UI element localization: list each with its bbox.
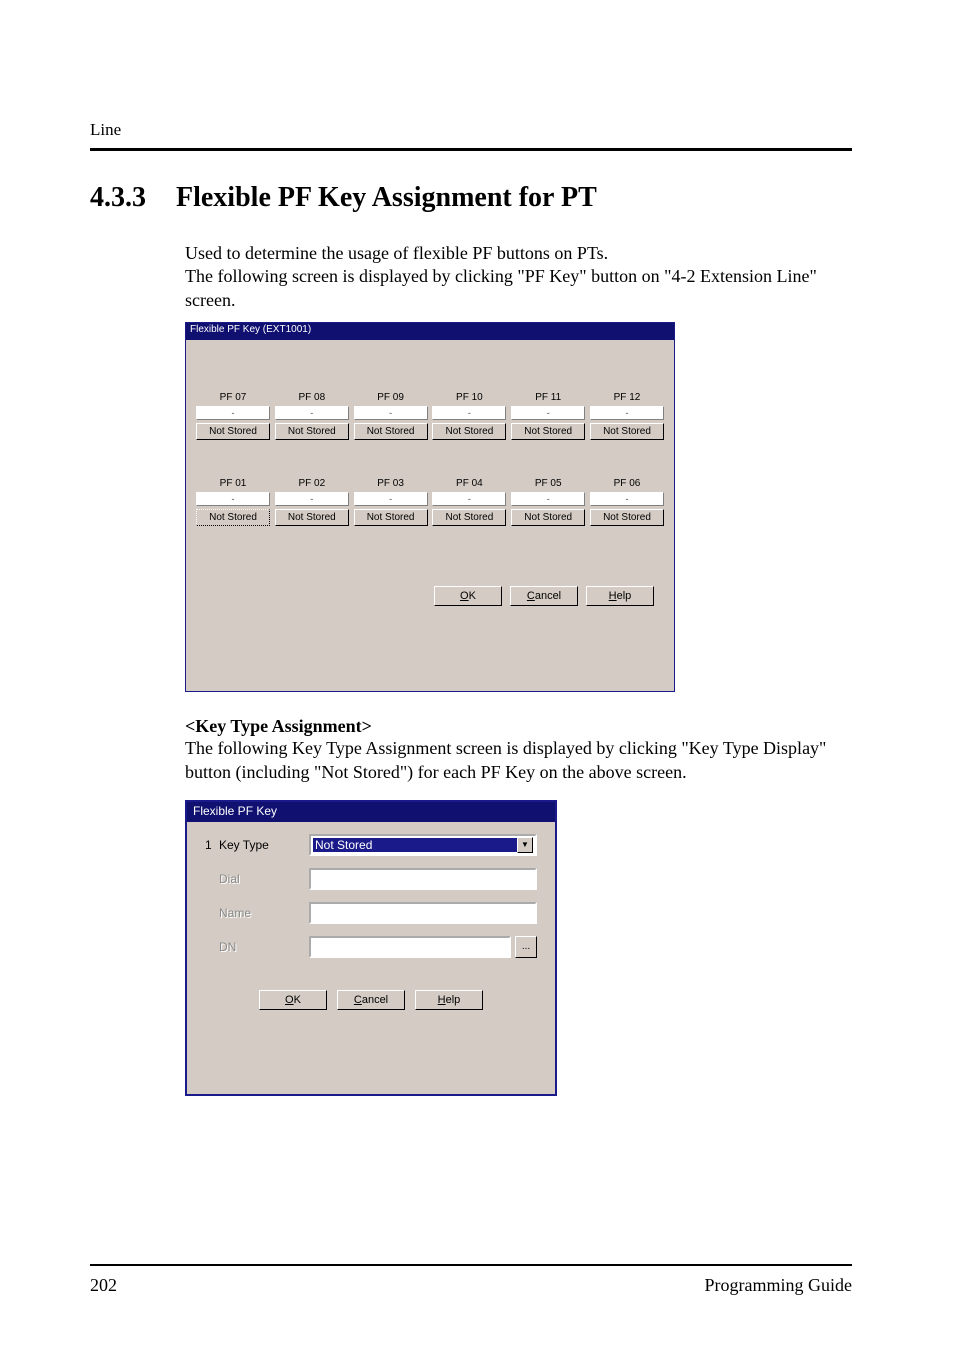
pf-keytype-button[interactable]: Not Stored	[275, 423, 349, 440]
kta-line1: The following Key Type Assignment screen…	[185, 737, 864, 760]
pf-display: -	[432, 406, 506, 420]
pf-label: PF 09	[354, 392, 428, 403]
pf-cell: PF 08 - Not Stored	[275, 392, 349, 440]
ok-button[interactable]: OK	[259, 990, 327, 1010]
pf-row-bottom: PF 01 - Not Stored PF 02 - Not Stored PF…	[196, 478, 664, 526]
row-name: Name	[205, 902, 537, 924]
pf-display: -	[354, 406, 428, 420]
pf-cell: PF 12 - Not Stored	[590, 392, 664, 440]
pf-display: -	[432, 492, 506, 506]
pf-keytype-button[interactable]: Not Stored	[511, 509, 585, 526]
row-dial: Dial	[205, 868, 537, 890]
pf-label: PF 05	[511, 478, 585, 489]
pf-label: PF 02	[275, 478, 349, 489]
running-head: Line	[90, 120, 121, 140]
pf-keytype-button[interactable]: Not Stored	[432, 423, 506, 440]
pf-cell: PF 01 - Not Stored	[196, 478, 270, 526]
section-title: Flexible PF Key Assignment for PT	[176, 182, 597, 214]
pf-row-top: PF 07 - Not Stored PF 08 - Not Stored PF…	[196, 392, 664, 440]
name-input[interactable]	[309, 902, 537, 924]
pf-label: PF 11	[511, 392, 585, 403]
pf-keytype-button[interactable]: Not Stored	[354, 423, 428, 440]
pf-cell: PF 11 - Not Stored	[511, 392, 585, 440]
ok-button[interactable]: OK	[434, 586, 502, 606]
dialog-button-row: OK Cancel Help	[187, 990, 555, 1010]
pf-cell: PF 09 - Not Stored	[354, 392, 428, 440]
pf-cell: PF 02 - Not Stored	[275, 478, 349, 526]
row-keytype: 1 Key Type Not Stored ▼	[205, 834, 537, 856]
pf-label: PF 10	[432, 392, 506, 403]
pf-keytype-button[interactable]: Not Stored	[511, 423, 585, 440]
intro-line1: Used to determine the usage of flexible …	[185, 242, 864, 265]
pf-label: PF 01	[196, 478, 270, 489]
kta-line2: button (including "Not Stored") for each…	[185, 761, 864, 784]
pf-keytype-button[interactable]: Not Stored	[196, 509, 270, 526]
keytype-label: Key Type	[219, 838, 309, 852]
pf-label: PF 07	[196, 392, 270, 403]
pf-keytype-button[interactable]: Not Stored	[196, 423, 270, 440]
pf-keytype-button[interactable]: Not Stored	[275, 509, 349, 526]
pf-display: -	[354, 492, 428, 506]
pf-display: -	[275, 406, 349, 420]
dropdown-caret-icon[interactable]: ▼	[517, 837, 533, 853]
section-number: 4.3.3	[90, 182, 146, 214]
pf-cell: PF 07 - Not Stored	[196, 392, 270, 440]
pf-keytype-button[interactable]: Not Stored	[590, 423, 664, 440]
dial-input[interactable]	[309, 868, 537, 890]
help-button[interactable]: Help	[415, 990, 483, 1010]
pf-label: PF 03	[354, 478, 428, 489]
cancel-button[interactable]: Cancel	[510, 586, 578, 606]
bottom-rule	[90, 1264, 852, 1266]
pf-label: PF 12	[590, 392, 664, 403]
keytype-value: Not Stored	[313, 838, 517, 852]
pf-label: PF 08	[275, 392, 349, 403]
dn-label: DN	[219, 940, 309, 954]
pf-label: PF 04	[432, 478, 506, 489]
top-rule	[90, 148, 852, 151]
dialog-title: Flexible PF Key	[187, 802, 555, 822]
keytype-select[interactable]: Not Stored ▼	[309, 834, 537, 856]
dialog-title: Flexible PF Key (EXT1001)	[186, 323, 674, 340]
dn-browse-button[interactable]: ...	[515, 936, 537, 958]
page-number: 202	[90, 1275, 117, 1296]
kta-heading: <Key Type Assignment>	[185, 716, 864, 737]
pf-key-dialog: Flexible PF Key (EXT1001) PF 07 - Not St…	[185, 322, 675, 692]
pf-display: -	[196, 406, 270, 420]
cancel-button[interactable]: Cancel	[337, 990, 405, 1010]
pf-keytype-button[interactable]: Not Stored	[432, 509, 506, 526]
pf-display: -	[511, 492, 585, 506]
pf-display: -	[590, 406, 664, 420]
pf-cell: PF 04 - Not Stored	[432, 478, 506, 526]
pf-cell: PF 10 - Not Stored	[432, 392, 506, 440]
intro-line2: The following screen is displayed by cli…	[185, 265, 864, 312]
pf-label: PF 06	[590, 478, 664, 489]
dialog-button-row: OK Cancel Help	[186, 586, 674, 620]
pf-cell: PF 05 - Not Stored	[511, 478, 585, 526]
pf-keytype-button[interactable]: Not Stored	[354, 509, 428, 526]
dn-input[interactable]	[309, 936, 511, 958]
dial-label: Dial	[219, 872, 309, 886]
pf-keytype-button[interactable]: Not Stored	[590, 509, 664, 526]
row-number: 1	[205, 838, 219, 852]
pf-display: -	[196, 492, 270, 506]
name-label: Name	[219, 906, 309, 920]
row-dn: DN ...	[205, 936, 537, 958]
pf-display: -	[275, 492, 349, 506]
pf-display: -	[590, 492, 664, 506]
pf-cell: PF 06 - Not Stored	[590, 478, 664, 526]
keytype-dialog: Flexible PF Key 1 Key Type Not Stored ▼ …	[185, 800, 557, 1096]
pf-cell: PF 03 - Not Stored	[354, 478, 428, 526]
help-button[interactable]: Help	[586, 586, 654, 606]
doc-title: Programming Guide	[705, 1275, 852, 1296]
pf-display: -	[511, 406, 585, 420]
